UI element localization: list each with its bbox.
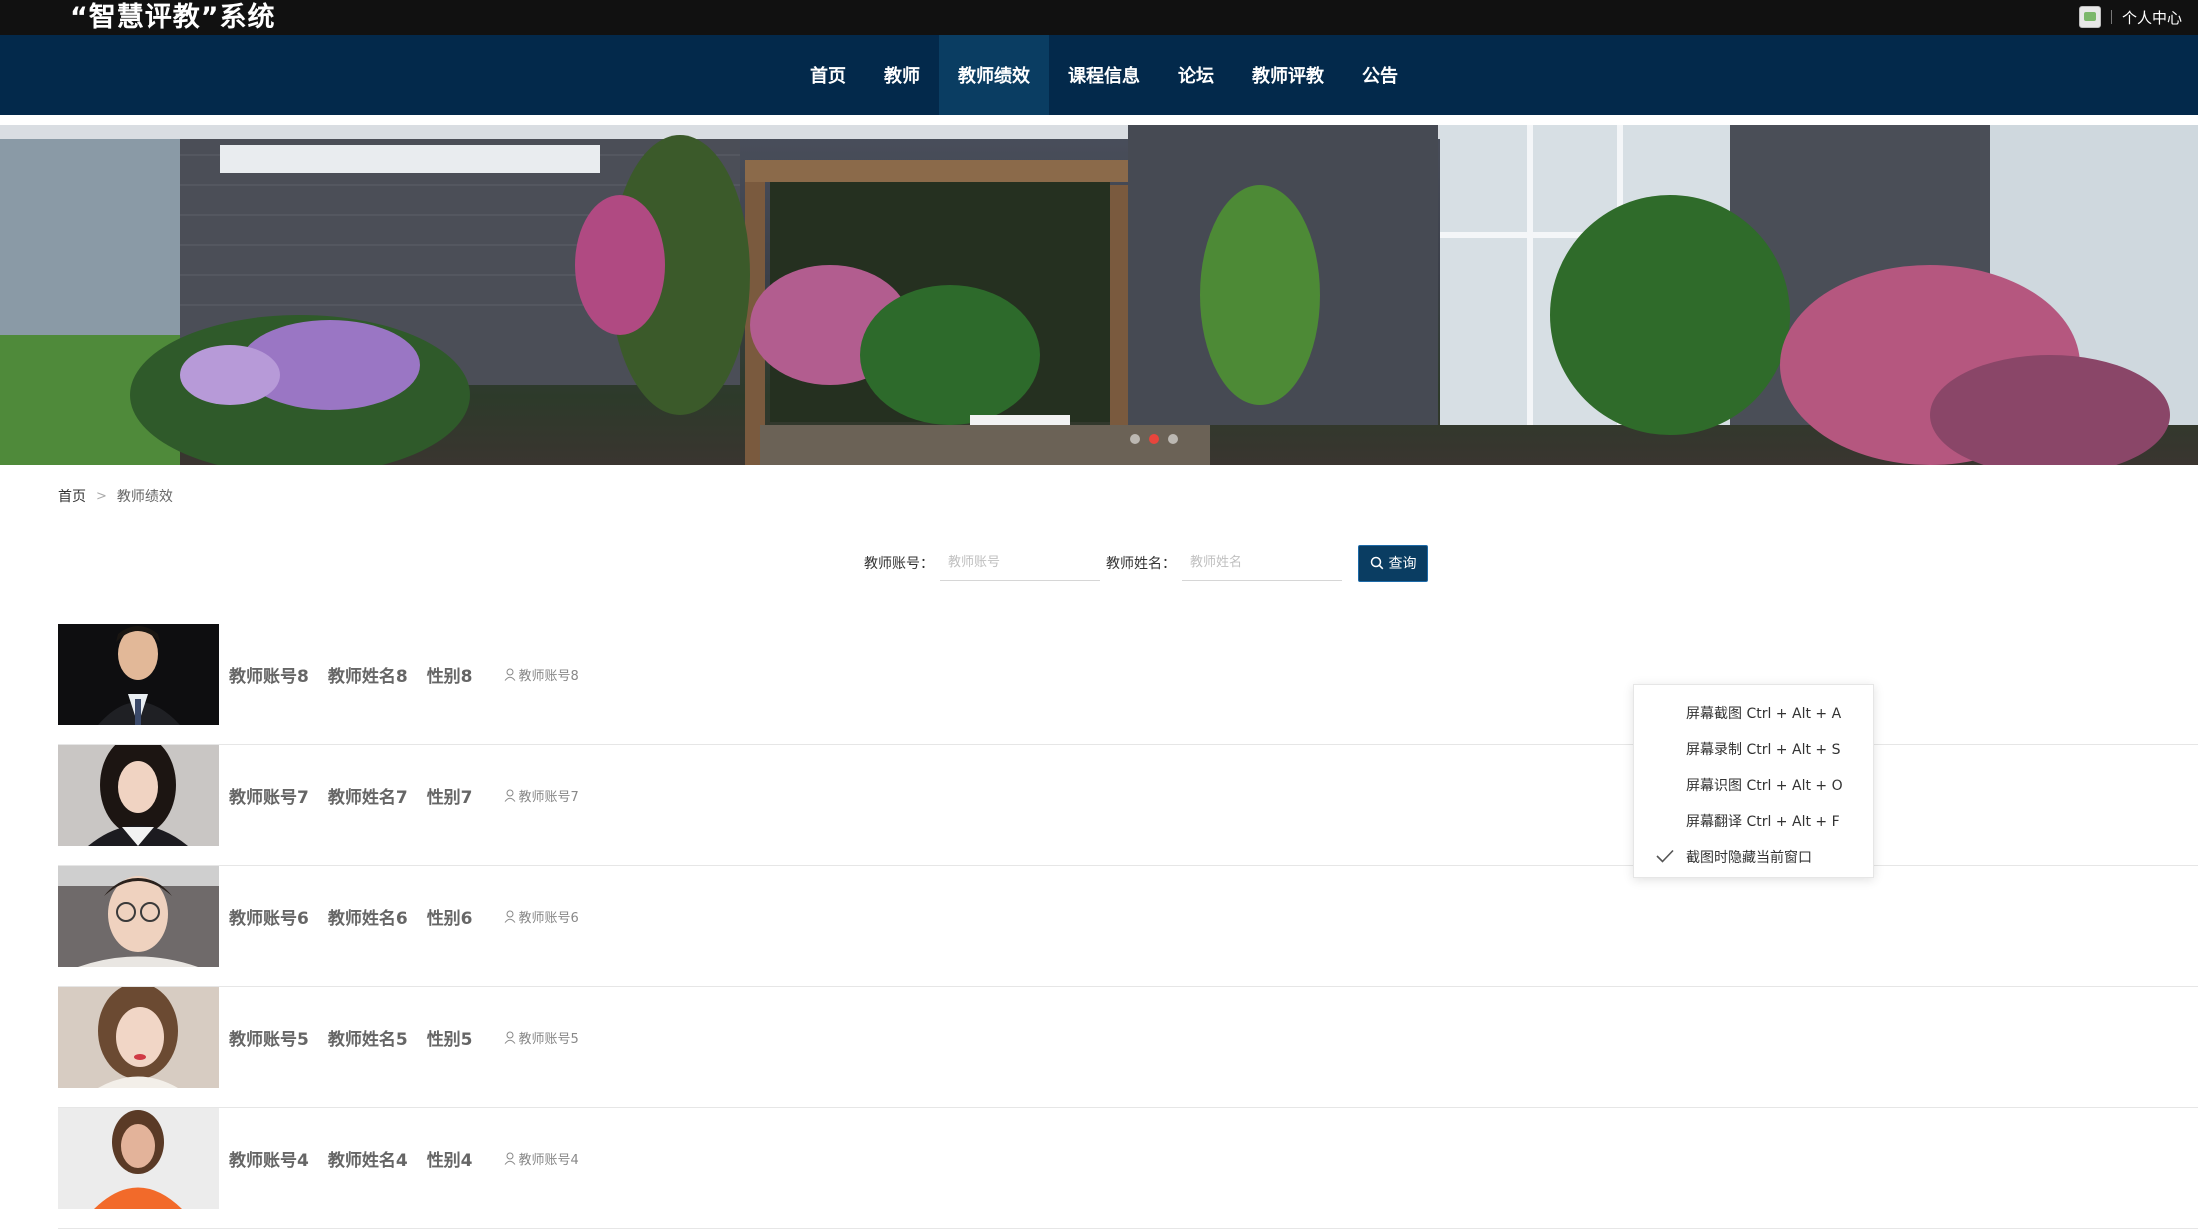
teacher-name: 教师姓名6	[327, 909, 408, 929]
checkmark-icon	[1656, 849, 1674, 863]
search-icon	[1370, 556, 1383, 570]
teacher-account: 教师账号6	[229, 909, 309, 929]
nav-item-announcement[interactable]: 公告	[1343, 35, 1417, 115]
teacher-user-text: 教师账号8	[518, 669, 579, 684]
user-center-link[interactable]: 个人中心	[2122, 7, 2182, 28]
teacher-user-text: 教师账号7	[518, 790, 579, 805]
menu-item-label: 截图时隐藏当前窗口	[1686, 850, 1812, 866]
nav-item-home[interactable]: 首页	[791, 35, 865, 115]
menu-item-label: 屏幕录制 Ctrl + Alt + S	[1686, 742, 1841, 758]
teacher-user-meta: 教师账号4	[504, 1149, 579, 1168]
banner-carousel[interactable]	[0, 125, 2198, 465]
site-title: “智慧评教”系统	[70, 2, 276, 33]
teacher-performance-list: 教师账号8 教师姓名8 性别8 教师账号8 教师账号7 教师姓名7 性别7 教师…	[58, 624, 2198, 1229]
teacher-account: 教师账号8	[229, 667, 309, 687]
search-button[interactable]: 查询	[1358, 544, 1428, 582]
menu-item-label: 屏幕截图 Ctrl + Alt + A	[1686, 706, 1842, 722]
teacher-photo[interactable]	[58, 1108, 219, 1209]
nav-item-teacher[interactable]: 教师	[865, 35, 939, 115]
list-item[interactable]: 教师账号7 教师姓名7 性别7 教师账号7	[58, 745, 2198, 866]
breadcrumb-current: 教师绩效	[116, 489, 173, 505]
carousel-indicators	[1130, 434, 1178, 444]
menu-item-label: 屏幕翻译 Ctrl + Alt + F	[1686, 814, 1840, 830]
user-avatar-icon[interactable]	[2078, 6, 2101, 28]
teacher-photo[interactable]	[58, 745, 219, 846]
menu-item-screen-ocr[interactable]: 屏幕识图 Ctrl + Alt + O	[1634, 767, 1873, 803]
teacher-user-text: 教师账号5	[518, 1032, 579, 1047]
main-nav: 首页 教师 教师绩效 课程信息 论坛 教师评教 公告	[0, 35, 2198, 115]
breadcrumb-home[interactable]: 首页	[58, 486, 86, 506]
menu-item-screen-record[interactable]: 屏幕录制 Ctrl + Alt + S	[1634, 731, 1873, 767]
user-area: 个人中心	[2078, 3, 2182, 31]
screenshot-context-menu: 屏幕截图 Ctrl + Alt + A 屏幕录制 Ctrl + Alt + S …	[1633, 684, 1874, 878]
menu-item-screen-translate[interactable]: 屏幕翻译 Ctrl + Alt + F	[1634, 803, 1873, 839]
top-bar: “智慧评教”系统 个人中心	[0, 0, 2198, 35]
teacher-photo[interactable]	[58, 624, 219, 725]
divider	[2110, 10, 2112, 24]
teacher-photo[interactable]	[58, 866, 219, 967]
teacher-gender: 性别4	[426, 1151, 473, 1171]
teacher-user-meta: 教师账号8	[504, 665, 579, 684]
teacher-photo[interactable]	[58, 987, 219, 1088]
menu-item-screenshot[interactable]: 屏幕截图 Ctrl + Alt + A	[1634, 695, 1873, 731]
teacher-name: 教师姓名5	[327, 1030, 408, 1050]
carousel-dot-active[interactable]	[1149, 434, 1159, 444]
user-icon	[504, 1152, 515, 1165]
teacher-name: 教师姓名4	[327, 1151, 408, 1171]
carousel-dot[interactable]	[1130, 434, 1140, 444]
menu-item-hide-window[interactable]: 截图时隐藏当前窗口	[1634, 839, 1873, 875]
breadcrumb: 首页 > 教师绩效	[58, 486, 173, 506]
nav-item-course-info[interactable]: 课程信息	[1049, 35, 1159, 115]
nav-item-teacher-evaluation[interactable]: 教师评教	[1233, 35, 1343, 115]
banner-image	[0, 125, 2198, 465]
menu-item-label: 屏幕识图 Ctrl + Alt + O	[1686, 778, 1843, 794]
user-icon	[504, 910, 515, 923]
teacher-account: 教师账号4	[229, 1151, 309, 1171]
teacher-user-text: 教师账号6	[518, 911, 579, 926]
user-icon	[504, 789, 515, 802]
teacher-gender: 性别7	[426, 788, 473, 808]
list-item[interactable]: 教师账号8 教师姓名8 性别8 教师账号8	[58, 624, 2198, 745]
teacher-user-meta: 教师账号6	[504, 907, 579, 926]
teacher-name: 教师姓名8	[327, 667, 408, 687]
user-icon	[504, 1031, 515, 1044]
list-item[interactable]: 教师账号5 教师姓名5 性别5 教师账号5	[58, 987, 2198, 1108]
teacher-gender: 性别8	[426, 667, 473, 687]
nav-item-forum[interactable]: 论坛	[1159, 35, 1233, 115]
teacher-gender: 性别6	[426, 909, 473, 929]
account-label: 教师账号：	[864, 556, 934, 572]
teacher-account: 教师账号5	[229, 1030, 309, 1050]
carousel-dot[interactable]	[1168, 434, 1178, 444]
name-search-input[interactable]	[1182, 545, 1342, 581]
name-label: 教师姓名：	[1106, 556, 1176, 572]
user-icon	[504, 668, 515, 681]
teacher-user-text: 教师账号4	[518, 1153, 579, 1168]
search-bar: 教师账号： 教师姓名： 查询	[864, 544, 1428, 582]
list-item[interactable]: 教师账号4 教师姓名4 性别4 教师账号4	[58, 1108, 2198, 1229]
account-search-input[interactable]	[940, 545, 1100, 581]
list-item[interactable]: 教师账号6 教师姓名6 性别6 教师账号6	[58, 866, 2198, 987]
search-button-label: 查询	[1388, 556, 1417, 572]
nav-item-teacher-performance[interactable]: 教师绩效	[939, 35, 1049, 115]
teacher-name: 教师姓名7	[327, 788, 408, 808]
teacher-gender: 性别5	[426, 1030, 473, 1050]
breadcrumb-separator: >	[96, 488, 107, 504]
teacher-account: 教师账号7	[229, 788, 309, 808]
teacher-user-meta: 教师账号5	[504, 1028, 579, 1047]
teacher-user-meta: 教师账号7	[504, 786, 579, 805]
